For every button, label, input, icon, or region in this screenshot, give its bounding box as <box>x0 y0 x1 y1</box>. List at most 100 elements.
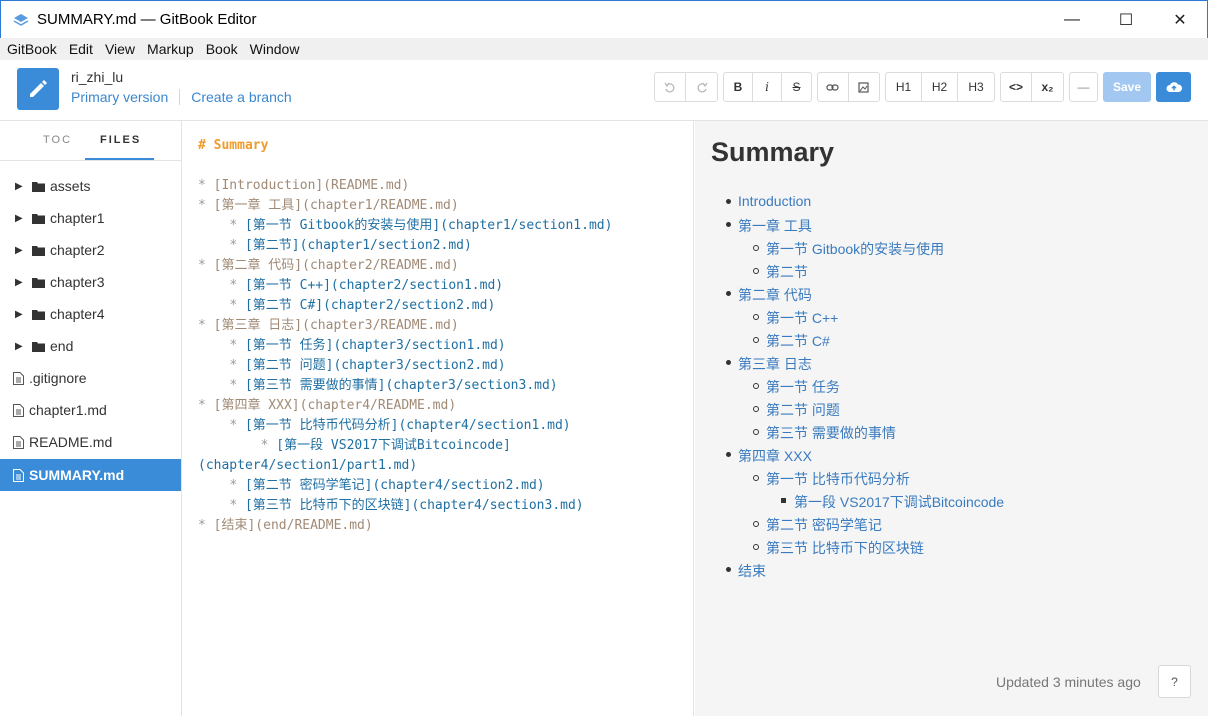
caret-right-icon[interactable]: ▶ <box>15 181 25 192</box>
list-bullet <box>781 498 786 503</box>
file-gitignore[interactable]: .gitignore <box>0 362 181 394</box>
preview-toc-link[interactable]: 第一章 工具 <box>738 216 812 236</box>
image-button[interactable] <box>849 73 879 101</box>
file-name: end <box>50 338 74 354</box>
undo-button[interactable] <box>655 73 686 101</box>
editor-line: * [第四章 XXX](chapter4/README.md) <box>198 396 456 416</box>
caret-right-icon[interactable]: ▶ <box>15 309 25 320</box>
line-link: [第二节](chapter1/section2.md) <box>244 238 472 253</box>
caret-right-icon[interactable]: ▶ <box>15 213 25 224</box>
list-bullet <box>753 245 759 251</box>
menu-window[interactable]: Window <box>244 38 306 60</box>
file-readme-md[interactable]: README.md <box>0 426 181 458</box>
preview-toc-link[interactable]: 第二节 密码学笔记 <box>766 515 882 535</box>
preview-toc-link[interactable]: 第一节 Gitbook的安装与使用 <box>766 239 944 259</box>
preview-title: Summary <box>711 137 835 167</box>
folder-chapter4[interactable]: ▶ chapter4 <box>0 298 181 330</box>
preview-toc-link[interactable]: 第四章 XXX <box>738 446 812 466</box>
markdown-editor[interactable]: # Summary * [Introduction](README.md) * [… <box>182 121 694 716</box>
maximize-button[interactable]: ☐ <box>1099 1 1153 39</box>
preview-toc-link[interactable]: 第三章 日志 <box>738 354 812 374</box>
caret-right-icon[interactable]: ▶ <box>15 277 25 288</box>
link-button[interactable] <box>818 73 849 101</box>
folder-chapter2[interactable]: ▶ chapter2 <box>0 234 181 266</box>
close-button[interactable]: ✕ <box>1153 1 1207 39</box>
line-bullet: * <box>229 358 245 373</box>
editor-line: * [第二节 问题](chapter3/section2.md) <box>198 356 505 376</box>
menu-bar: GitBook Edit View Markup Book Window <box>0 38 1208 60</box>
folder-icon <box>32 341 45 352</box>
file-icon <box>13 403 24 417</box>
preview-toc-link[interactable]: 第一节 任务 <box>766 377 840 397</box>
menu-markup[interactable]: Markup <box>141 38 200 60</box>
line-link: [第二章 代码](chapter2/README.md) <box>213 258 459 273</box>
preview-toc-link[interactable]: 第三节 比特币下的区块链 <box>766 538 924 558</box>
tab-toc[interactable]: TOC <box>43 134 72 146</box>
editor-line: * [Introduction](README.md) <box>198 176 409 196</box>
redo-button[interactable] <box>686 73 717 101</box>
preview-toc-link[interactable]: 第二章 代码 <box>738 285 812 305</box>
h3-button[interactable]: H3 <box>958 73 994 101</box>
menu-gitbook[interactable]: GitBook <box>0 38 63 60</box>
file-name: README.md <box>29 434 113 450</box>
heading-group: H1 H2 H3 <box>885 72 995 102</box>
line-bullet: * <box>260 438 277 453</box>
save-button[interactable]: Save <box>1103 72 1151 102</box>
window-title-bar: SUMMARY.md — GitBook Editor — ☐ ✕ <box>0 0 1208 38</box>
preview-toc-link[interactable]: 第三节 需要做的事情 <box>766 423 896 443</box>
preview-toc-link[interactable]: 第二节 C# <box>766 331 830 351</box>
preview-toc-link[interactable]: 结束 <box>738 561 766 581</box>
file-name: chapter3 <box>50 274 105 290</box>
line-link: [第三节 比特币下的区块链](chapter4/section3.md) <box>244 498 584 513</box>
bold-button[interactable]: B <box>724 73 753 101</box>
list-bullet <box>753 406 759 412</box>
editor-line: * [第一章 工具](chapter1/README.md) <box>198 196 459 216</box>
preview-toc-link[interactable]: 第二节 问题 <box>766 400 840 420</box>
folder-assets[interactable]: ▶ assets <box>0 170 181 202</box>
h1-button[interactable]: H1 <box>886 73 922 101</box>
line-link: [第三章 日志](chapter3/README.md) <box>213 318 459 333</box>
caret-right-icon[interactable]: ▶ <box>15 245 25 256</box>
list-bullet <box>753 521 759 527</box>
folder-end[interactable]: ▶ end <box>0 330 181 362</box>
list-bullet <box>753 383 759 389</box>
primary-version-link[interactable]: Primary version <box>71 89 168 105</box>
file-name: chapter1 <box>50 210 105 226</box>
preview-toc-link[interactable]: 第一节 C++ <box>766 308 838 328</box>
line-link: [结束](end/README.md) <box>213 518 373 533</box>
list-bullet <box>726 360 731 365</box>
create-branch-link[interactable]: Create a branch <box>191 89 291 105</box>
menu-edit[interactable]: Edit <box>63 38 99 60</box>
image-icon <box>858 81 869 93</box>
line-bullet: * <box>198 198 214 213</box>
preview-toc-link[interactable]: 第一段 VS2017下调试Bitcoincode <box>794 492 1004 512</box>
subscript-button[interactable]: x₂ <box>1032 73 1063 101</box>
line-link: [第三节 需要做的事情](chapter3/section3.md) <box>244 378 558 393</box>
code-button[interactable]: <> <box>1001 73 1032 101</box>
horizontal-rule-button[interactable]: — <box>1070 73 1097 101</box>
italic-button[interactable]: i <box>753 73 782 101</box>
edit-book-button[interactable] <box>17 68 59 110</box>
folder-chapter3[interactable]: ▶ chapter3 <box>0 266 181 298</box>
file-summary-md[interactable]: SUMMARY.md <box>0 459 181 491</box>
preview-toc-link[interactable]: Introduction <box>738 193 811 209</box>
line-bullet: * <box>198 318 214 333</box>
help-button[interactable]: ? <box>1158 665 1191 698</box>
preview-toc-link[interactable]: 第二节 <box>766 262 808 282</box>
tab-files[interactable]: FILES <box>100 134 141 146</box>
caret-right-icon[interactable]: ▶ <box>15 341 25 352</box>
sync-button[interactable] <box>1156 72 1191 102</box>
menu-view[interactable]: View <box>99 38 141 60</box>
preview-toc-link[interactable]: 第一节 比特币代码分析 <box>766 469 910 489</box>
h2-button[interactable]: H2 <box>922 73 958 101</box>
editor-line: * [第一段 VS2017下调试Bitcoincode] <box>198 436 511 456</box>
strikethrough-button[interactable]: S <box>782 73 811 101</box>
menu-book[interactable]: Book <box>200 38 244 60</box>
minimize-button[interactable]: — <box>1045 1 1099 39</box>
line-bullet: * <box>198 518 214 533</box>
file-chapter1-md[interactable]: chapter1.md <box>0 394 181 426</box>
folder-chapter1[interactable]: ▶ chapter1 <box>0 202 181 234</box>
